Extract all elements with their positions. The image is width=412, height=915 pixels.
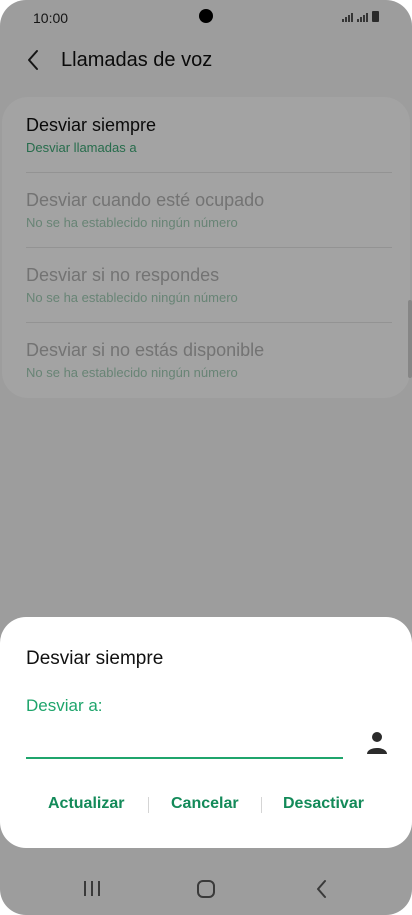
dialog-title: Desviar siempre (26, 648, 164, 669)
button-separator (261, 797, 262, 813)
button-separator (148, 797, 149, 813)
forward-number-input[interactable] (26, 729, 343, 759)
back-icon (317, 880, 326, 898)
recent-apps-icon (84, 881, 100, 896)
dialog-actions: Actualizar Cancelar Desactivar (0, 785, 412, 825)
nav-back-button[interactable] (310, 878, 334, 900)
phone-screen: 10:00 Llamadas de voz Desviar siempre De… (0, 0, 412, 915)
person-icon (367, 732, 387, 754)
home-icon (197, 880, 215, 898)
update-button[interactable]: Actualizar (48, 795, 124, 813)
deactivate-button[interactable]: Desactivar (283, 795, 364, 813)
forward-dialog: Desviar siempre Desviar a: Actualizar Ca… (0, 617, 412, 848)
home-button[interactable] (194, 878, 218, 900)
navigation-bar (0, 860, 412, 915)
cancel-button[interactable]: Cancelar (171, 795, 239, 813)
field-label: Desviar a: (26, 696, 103, 715)
recent-apps-button[interactable] (80, 878, 104, 900)
contact-picker-button[interactable] (365, 730, 389, 756)
